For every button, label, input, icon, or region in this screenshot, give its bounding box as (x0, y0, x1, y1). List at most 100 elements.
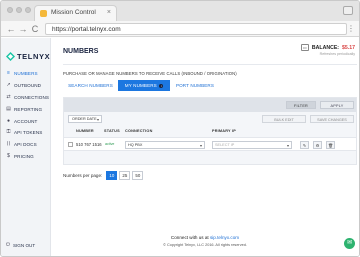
account-icon: ● (6, 117, 11, 124)
header-divider (63, 64, 357, 65)
window-controls (7, 7, 31, 13)
balance-label: BALANCE: (311, 44, 340, 51)
chat-icon[interactable]: ✉ (344, 238, 355, 249)
close-window-dot[interactable] (7, 7, 13, 13)
per-page-label: Numbers per page: (63, 173, 103, 178)
back-icon[interactable]: ← (5, 23, 17, 35)
connect-line: Connect with us at sip.telnyx.com (51, 235, 359, 240)
reload-icon[interactable]: C (29, 23, 41, 35)
sidebar-item-label: ACCOUNT (14, 118, 38, 124)
tab-bar: Mission Control × (1, 1, 359, 21)
chevron-down-icon: ▾ (96, 117, 99, 122)
browser-menu-icon[interactable]: ⋮ (347, 23, 355, 35)
per-page-selector: Numbers per page: 10 25 50 (63, 171, 144, 180)
tab-search-numbers[interactable]: SEARCH NUMBERS (63, 80, 118, 91)
sidebar-item-label: CONNECTIONS (14, 94, 50, 100)
sidebar-item-connections[interactable]: ⇄ CONNECTIONS (1, 92, 51, 104)
sign-out-label: SIGN OUT (12, 242, 36, 248)
sidebar-nav: ≡ NUMBERS ↗ OUTBOUND ⇄ CONNECTIONS ▤ REP… (1, 68, 51, 162)
column-primary-ip: PRIMARY IP (212, 129, 236, 133)
favicon-icon (40, 10, 47, 17)
address-bar[interactable]: https://portal.telnyx.com (45, 23, 347, 35)
connect-prefix: Connect with us at (170, 235, 209, 240)
row-status: active (105, 142, 115, 146)
page-title: NUMBERS (63, 48, 99, 55)
row-checkbox[interactable] (68, 142, 73, 147)
sidebar-item-numbers[interactable]: ≡ NUMBERS (1, 68, 51, 80)
table-header: NUMBER STATUS CONNECTION PRIMARY IP (64, 128, 356, 136)
browser-tab[interactable]: Mission Control × (34, 5, 117, 21)
sidebar-item-pricing[interactable]: $ PRICING (1, 151, 51, 163)
dollar-icon: $ (7, 152, 10, 159)
footer: Connect with us at sip.telnyx.com © Copy… (51, 235, 359, 247)
per-page-50[interactable]: 50 (132, 171, 144, 180)
balance-subtext: Refreshes periodically (319, 52, 355, 56)
tab-title: Mission Control (51, 9, 96, 16)
per-page-25[interactable]: 25 (119, 171, 131, 180)
sidebar-item-outbound[interactable]: ↗ OUTBOUND (1, 80, 51, 92)
code-icon: ⟨⟩ (6, 141, 11, 148)
sidebar-item-label: OUTBOUND (14, 83, 42, 89)
key-icon: ⚿ (6, 129, 11, 136)
copyright: © Copyright Telnyx, LLC 2016. All rights… (163, 243, 247, 247)
chevron-down-icon: ▾ (286, 142, 289, 148)
numbers-icon: ≡ (7, 70, 10, 77)
telnyx-logo[interactable]: TELNYX (6, 52, 50, 61)
connection-select[interactable]: HQ PBX ▾ (125, 140, 205, 149)
column-number: NUMBER (76, 129, 94, 133)
trash-icon[interactable]: 🗑 (326, 140, 335, 149)
wallet-icon: ▭ (300, 44, 309, 51)
connect-link[interactable]: sip.telnyx.com (210, 235, 239, 240)
bulk-edit-button[interactable]: BULK EDIT (262, 115, 306, 123)
balance-widget: ▭ BALANCE: $5.17 Refreshes periodically (300, 44, 355, 56)
column-connection: CONNECTION (125, 129, 153, 133)
power-icon: ⏻ (6, 242, 10, 248)
apply-button[interactable]: APPLY (320, 101, 354, 109)
browser-toolbar: ← → C https://portal.telnyx.com ⋮ (1, 21, 359, 37)
url-text: https://portal.telnyx.com (52, 25, 121, 33)
edit-icon[interactable]: ✎ (300, 140, 309, 149)
filter-button[interactable]: FILTER (286, 101, 316, 109)
balance-value: $5.17 (342, 44, 355, 51)
per-page-10[interactable]: 10 (106, 171, 118, 180)
forward-icon[interactable]: → (17, 23, 29, 35)
numbers-tabs: SEARCH NUMBERS MY NUMBERS i PORT NUMBERS (63, 80, 220, 91)
sidebar-item-account[interactable]: ● ACCOUNT (1, 115, 51, 127)
minimize-window-dot[interactable] (16, 7, 22, 13)
save-changes-button[interactable]: SAVE CHANGES (310, 115, 354, 123)
main-content: NUMBERS ▭ BALANCE: $5.17 Refreshes perio… (51, 38, 359, 256)
sidebar-item-reporting[interactable]: ▤ REPORTING (1, 103, 51, 115)
sidebar-item-label: REPORTING (14, 106, 43, 112)
sidebar-item-label: PRICING (14, 153, 34, 159)
outbound-icon: ↗ (6, 82, 11, 89)
connections-icon: ⇄ (6, 93, 11, 100)
primary-ip-select[interactable]: SELECT IP ▾ (212, 140, 292, 149)
table-row: 510 767 1516 active HQ PBX ▾ SELECT IP ▾… (64, 137, 356, 151)
filter-bar: FILTER APPLY (64, 98, 356, 112)
logo-text: TELNYX (17, 52, 51, 61)
sidebar-item-api-docs[interactable]: ⟨⟩ API DOCS (1, 139, 51, 151)
action-bar: ORDER DATE ▾ BULK EDIT SAVE CHANGES (64, 112, 356, 126)
sidebar-item-api-tokens[interactable]: ⚿ API TOKENS (1, 127, 51, 139)
column-status: STATUS (104, 129, 120, 133)
numbers-panel: FILTER APPLY ORDER DATE ▾ BULK EDIT SAVE… (63, 97, 357, 165)
tab-port-numbers[interactable]: PORT NUMBERS (170, 80, 220, 91)
sidebar-item-label: API TOKENS (14, 130, 43, 136)
maximize-window-dot[interactable] (25, 7, 31, 13)
sidebar: TELNYX ≡ NUMBERS ↗ OUTBOUND ⇄ CONNECTION… (1, 38, 51, 256)
row-number: 510 767 1516 (76, 142, 102, 147)
tab-my-numbers[interactable]: MY NUMBERS i (118, 80, 170, 91)
sidebar-item-label: NUMBERS (14, 71, 38, 77)
telnyx-logo-icon (6, 52, 15, 61)
order-date-dropdown[interactable]: ORDER DATE ▾ (68, 115, 102, 123)
sign-out-button[interactable]: ⏻ SIGN OUT (6, 242, 35, 248)
settings-icon[interactable]: ⚙ (313, 140, 322, 149)
order-date-label: ORDER DATE (72, 117, 97, 121)
tab-label: MY NUMBERS (124, 83, 157, 88)
page-subtitle: PURCHASE OR MANAGE NUMBERS TO RECEIVE CA… (63, 71, 237, 76)
reporting-icon: ▤ (6, 105, 11, 112)
window-restore-icon[interactable] (343, 6, 353, 15)
browser-window: Mission Control × ← → C https://portal.t… (0, 0, 360, 257)
tab-close-icon[interactable]: × (107, 8, 111, 18)
connection-value: HQ PBX (128, 142, 143, 147)
